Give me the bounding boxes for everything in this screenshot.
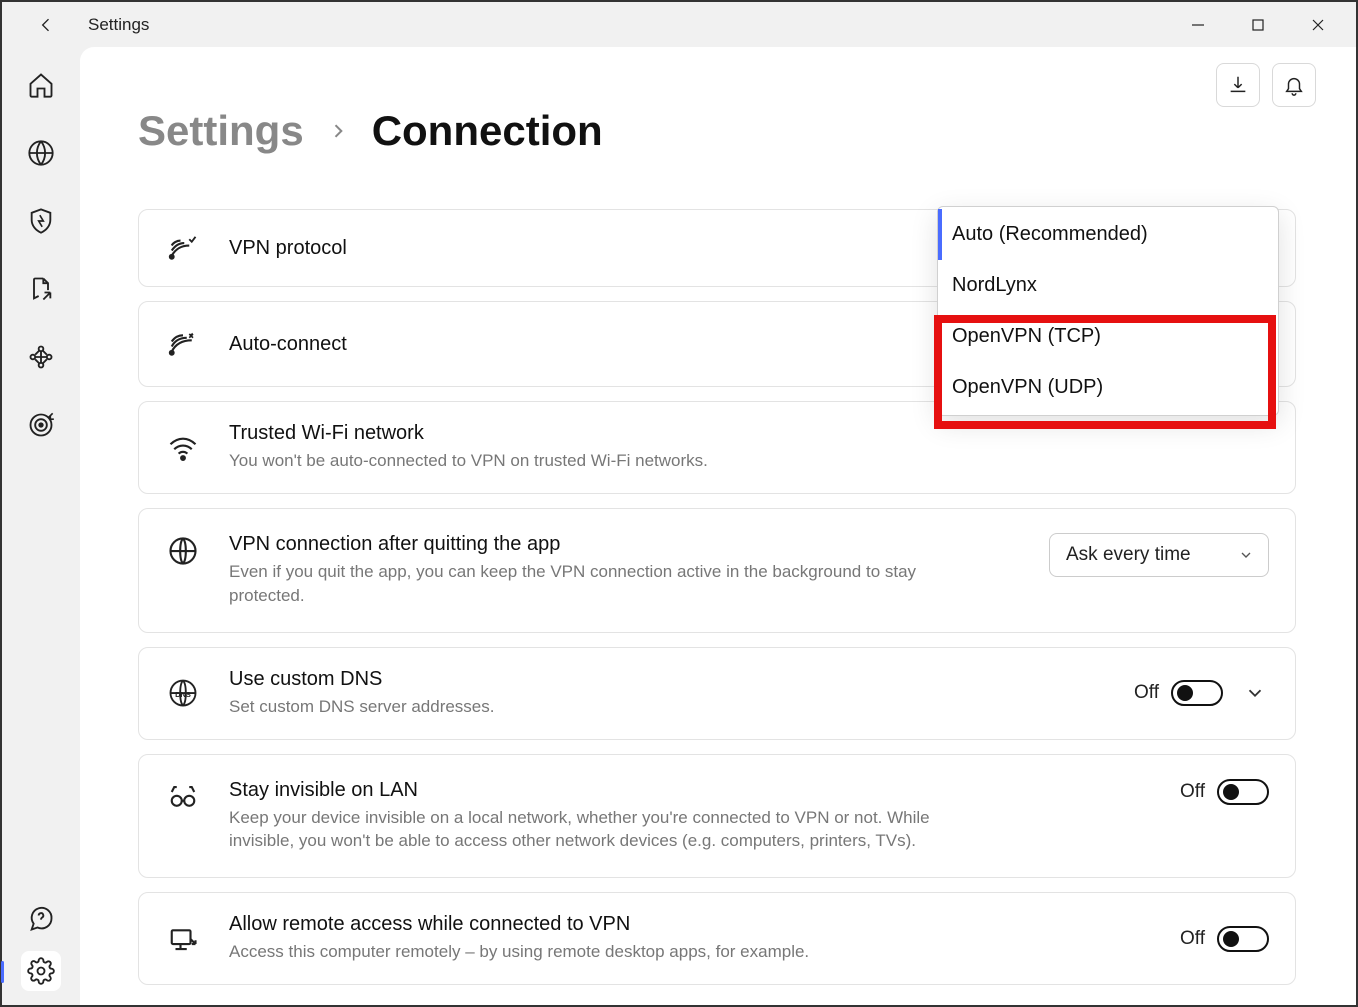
row-desc: Access this computer remotely – by using… [229,940,989,964]
row-invisible-lan: Stay invisible on LAN Keep your device i… [138,754,1296,879]
globe-icon [165,533,201,569]
row-custom-dns: DNS Use custom DNS Set custom DNS server… [138,647,1296,740]
toggle-label: Off [1134,682,1159,704]
row-title: Trusted Wi-Fi network [229,422,1269,445]
breadcrumb-root[interactable]: Settings [138,107,304,155]
dropdown-option[interactable]: Auto (Recommended) [938,209,1278,260]
row-remote-access: Allow remote access while connected to V… [138,892,1296,985]
chevron-right-icon [328,121,348,141]
nav-help[interactable] [21,899,61,939]
nav-globe[interactable] [21,133,61,173]
vpn-protocol-dropdown: Auto (Recommended) NordLynx OpenVPN (TCP… [937,206,1279,416]
row-desc: Keep your device invisible on a local ne… [229,806,989,854]
row-title: Use custom DNS [229,668,1106,691]
breadcrumb: Settings Connection [138,107,1296,155]
dropdown-option[interactable]: NordLynx [938,260,1278,311]
nav-settings[interactable] [21,951,61,991]
window-minimize[interactable] [1168,2,1228,48]
auto-connect-icon [165,326,201,362]
nav-file-share[interactable] [21,269,61,309]
remote-icon [165,921,201,957]
nav-target[interactable] [21,405,61,445]
sidebar [2,47,80,1005]
window-close[interactable] [1288,2,1348,48]
after-quit-select[interactable]: Ask every time [1049,533,1269,577]
breadcrumb-current: Connection [372,107,603,155]
window-maximize[interactable] [1228,2,1288,48]
main-panel: Settings Connection VPN protocol [80,47,1356,1005]
custom-dns-toggle[interactable] [1171,680,1223,706]
row-title: Allow remote access while connected to V… [229,913,1152,936]
window-title: Settings [88,15,149,35]
dropdown-option[interactable]: OpenVPN (TCP) [938,311,1278,362]
svg-text:DNS: DNS [175,690,191,699]
dropdown-option[interactable]: OpenVPN (UDP) [938,362,1278,413]
row-after-quit: VPN connection after quitting the app Ev… [138,508,1296,633]
nav-mesh[interactable] [21,337,61,377]
back-button[interactable] [26,5,66,45]
row-desc: Even if you quit the app, you can keep t… [229,560,989,608]
remote-toggle[interactable] [1217,926,1269,952]
chevron-down-icon [1238,547,1254,563]
nav-home[interactable] [21,65,61,105]
wifi-icon [165,430,201,466]
lan-toggle[interactable] [1217,779,1269,805]
row-desc: Set custom DNS server addresses. [229,695,989,719]
protocol-icon [165,230,201,266]
glasses-icon [165,779,201,815]
expand-chevron[interactable] [1241,679,1269,707]
toggle-label: Off [1180,781,1205,803]
dns-icon: DNS [165,675,201,711]
row-title: Stay invisible on LAN [229,779,1152,802]
select-value: Ask every time [1066,544,1191,565]
notifications-icon[interactable] [1272,63,1316,107]
row-title: VPN connection after quitting the app [229,533,1021,556]
nav-shield[interactable] [21,201,61,241]
toggle-label: Off [1180,928,1205,950]
titlebar: Settings [2,2,1356,47]
row-desc: You won't be auto-connected to VPN on tr… [229,449,989,473]
download-icon[interactable] [1216,63,1260,107]
